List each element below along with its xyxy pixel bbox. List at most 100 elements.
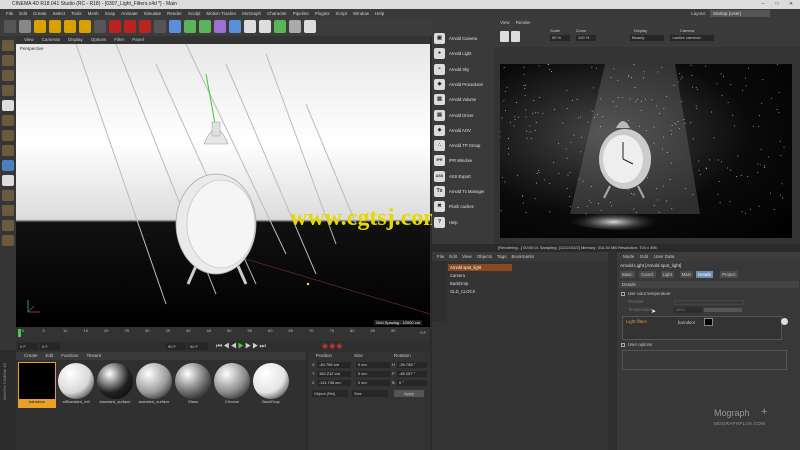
arnold-item[interactable]: Tx Arnold Tx Manager bbox=[432, 184, 494, 199]
coord-size-field[interactable]: 0 cm bbox=[356, 371, 390, 377]
menu-item-script[interactable]: Script bbox=[336, 11, 348, 16]
object-row[interactable]: Arnold spot_light bbox=[448, 264, 512, 271]
attribute-menu-edit[interactable]: Edit bbox=[640, 254, 648, 259]
object-row[interactable]: OLD_CLOCK bbox=[448, 288, 512, 295]
current-frame-field[interactable]: 0 F bbox=[18, 343, 38, 350]
material-menu-function[interactable]: Function bbox=[61, 353, 78, 358]
menu-item-mesh[interactable]: Mesh bbox=[88, 11, 99, 16]
minimize-button[interactable]: – bbox=[756, 0, 770, 9]
object-menu-edit[interactable]: Edit bbox=[449, 254, 457, 259]
live-selection-icon[interactable] bbox=[34, 20, 46, 33]
render-view-menu-view[interactable]: View bbox=[500, 20, 510, 25]
material-swatch[interactable]: barndoor bbox=[18, 362, 56, 408]
arnold-item[interactable]: ▤ Arnold Driver bbox=[432, 108, 494, 123]
viewport[interactable] bbox=[16, 44, 430, 327]
render-view-icon[interactable] bbox=[169, 20, 181, 33]
playback-controls[interactable]: ⏮◀◀▶▶▶⏭ bbox=[216, 342, 267, 351]
coord-position-field[interactable]: -40.706 cm bbox=[317, 362, 351, 368]
uv-mode-icon[interactable] bbox=[2, 145, 14, 156]
apply-button[interactable]: Apply bbox=[394, 390, 424, 397]
min-frame-field[interactable]: 0 F bbox=[40, 343, 60, 350]
max-frame-field[interactable]: 90 F bbox=[166, 343, 186, 350]
manager-side-tabs[interactable] bbox=[608, 252, 617, 450]
max-frame-field-2[interactable]: 90 F bbox=[188, 343, 208, 350]
attribute-menu-user-data[interactable]: User Data bbox=[654, 254, 674, 259]
material-swatch[interactable]: BackDrop bbox=[252, 362, 290, 408]
viewport-menu-view[interactable]: View bbox=[24, 37, 34, 42]
spline-icon[interactable] bbox=[229, 20, 241, 33]
cube-icon[interactable] bbox=[214, 20, 226, 33]
scene-icon[interactable] bbox=[289, 20, 301, 33]
arnold-item[interactable]: ASS ASS Export bbox=[432, 169, 494, 184]
arnold-item[interactable]: ✖ Flush caches bbox=[432, 199, 494, 214]
edges-mode-icon[interactable] bbox=[2, 115, 14, 126]
tab-main[interactable]: Main bbox=[679, 271, 693, 278]
snap-icon[interactable] bbox=[2, 190, 14, 201]
object-menu-view[interactable]: View bbox=[462, 254, 472, 259]
menu-item-file[interactable]: File bbox=[6, 11, 13, 16]
tab-light[interactable]: Light bbox=[660, 271, 674, 278]
object-menu-tags[interactable]: Tags bbox=[497, 254, 507, 259]
scale-icon[interactable] bbox=[64, 20, 76, 33]
coord-rotation-field[interactable]: -49.157 ° bbox=[397, 371, 427, 377]
points-mode-icon[interactable] bbox=[2, 100, 14, 111]
arnold-item[interactable]: ? Help bbox=[432, 215, 494, 230]
menu-item-help[interactable]: Help bbox=[375, 11, 384, 16]
scale-field[interactable]: 55 % bbox=[550, 35, 570, 41]
menu-item-motion-tracker[interactable]: Motion Tracker bbox=[206, 11, 236, 16]
menu-item-pipeline[interactable]: Pipeline bbox=[293, 11, 309, 16]
deformer-icon[interactable] bbox=[274, 20, 286, 33]
record-keys-buttons[interactable]: ◉◉◉ bbox=[322, 342, 343, 351]
coord-system-icon[interactable] bbox=[154, 20, 166, 33]
object-row[interactable]: Camera bbox=[448, 272, 512, 279]
arnold-item[interactable]: ◓ Arnold Sky bbox=[432, 62, 494, 77]
rotate-icon[interactable] bbox=[79, 20, 91, 33]
viewport-menu-cameras[interactable]: Cameras bbox=[42, 37, 60, 42]
temperature-slider[interactable] bbox=[704, 308, 742, 312]
object-menu-objects[interactable]: Objects bbox=[477, 254, 492, 259]
lock-workplane-icon[interactable] bbox=[2, 220, 14, 231]
menu-item-character[interactable]: Character bbox=[267, 11, 287, 16]
material-swatch[interactable]: Chrome bbox=[213, 362, 251, 408]
move-icon[interactable] bbox=[49, 20, 61, 33]
coord-size-field[interactable]: 0 cm bbox=[356, 362, 390, 368]
z-axis-icon[interactable] bbox=[139, 20, 151, 33]
light-filter-item[interactable]: barndoor bbox=[678, 320, 695, 325]
arnold-item[interactable]: ◈ Arnold AOV bbox=[432, 123, 494, 138]
redo-icon[interactable] bbox=[19, 20, 31, 33]
material-menu-create[interactable]: Create bbox=[24, 353, 38, 358]
menu-item-create[interactable]: Create bbox=[33, 11, 47, 16]
menu-item-snap[interactable]: Snap bbox=[105, 11, 116, 16]
tab-coord[interactable]: Coord. bbox=[639, 271, 656, 278]
workplane-icon[interactable] bbox=[2, 85, 14, 96]
coord-mode-dropdown[interactable]: Object (Rel) bbox=[312, 390, 348, 397]
arnold-item[interactable]: ∴ Arnold TP Group bbox=[432, 138, 494, 153]
use-color-temperature-checkbox[interactable] bbox=[621, 292, 625, 296]
viewport-menu-filter[interactable]: Filter bbox=[114, 37, 124, 42]
render-start-button[interactable] bbox=[500, 31, 509, 42]
render-picture-queue-icon[interactable] bbox=[184, 20, 196, 33]
quantize-icon[interactable] bbox=[2, 235, 14, 246]
menu-item-render[interactable]: Render bbox=[167, 11, 182, 16]
material-swatch[interactable]: Glass bbox=[174, 362, 212, 408]
tab-project[interactable]: Project bbox=[720, 271, 738, 278]
menu-item-window[interactable]: Window bbox=[353, 11, 369, 16]
camera-icon[interactable] bbox=[304, 20, 316, 33]
coord-rotation-field[interactable]: 0 ° bbox=[397, 380, 427, 386]
display-dropdown[interactable]: Beauty bbox=[630, 35, 664, 41]
viewport-menu-display[interactable]: Display bbox=[68, 37, 83, 42]
menu-item-plugins[interactable]: Plugins bbox=[315, 11, 330, 16]
tab-basic[interactable]: Basic bbox=[620, 271, 635, 278]
maximize-button[interactable]: □ bbox=[770, 0, 784, 9]
menu-item-simulate[interactable]: Simulate bbox=[144, 11, 162, 16]
coord-position-field[interactable]: -111.745 cm bbox=[317, 380, 351, 386]
sculpt-icon[interactable] bbox=[2, 205, 14, 216]
coord-position-field[interactable]: 162.212 cm bbox=[317, 371, 351, 377]
arnold-item[interactable]: ▧ Arnold Volume bbox=[432, 92, 494, 107]
arnold-item[interactable]: ● Arnold Light bbox=[432, 46, 494, 61]
arnold-item[interactable]: IPR IPR Window bbox=[432, 153, 494, 168]
object-menu-bookmarks[interactable]: Bookmarks bbox=[512, 254, 535, 259]
material-menu-edit[interactable]: Edit bbox=[46, 353, 54, 358]
coord-rotation-field[interactable]: -39.755 ° bbox=[397, 362, 427, 368]
camera-dropdown[interactable]: <active camera> bbox=[670, 35, 714, 41]
